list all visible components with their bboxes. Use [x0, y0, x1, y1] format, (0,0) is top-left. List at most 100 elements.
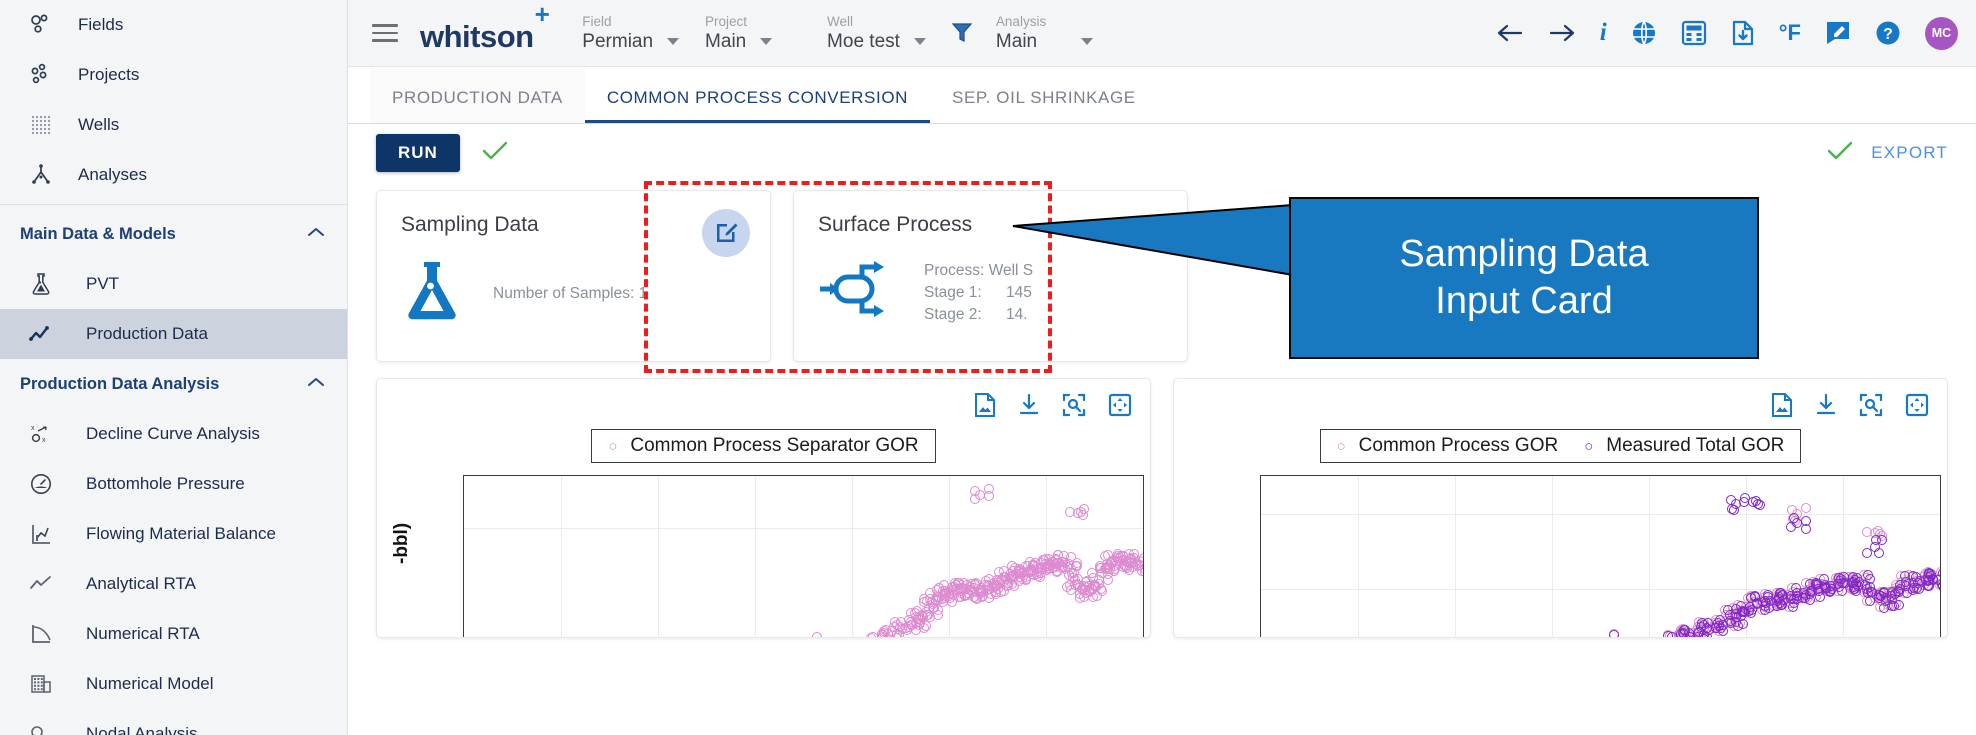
calculator-icon[interactable] [1681, 20, 1707, 46]
sidebar-group-label: Main Data & Models [20, 225, 176, 244]
back-arrow-icon[interactable] [1496, 21, 1524, 45]
download-icon[interactable] [1018, 393, 1040, 417]
data-point [1819, 574, 1829, 584]
chevron-up-icon[interactable] [307, 375, 325, 393]
trend-line-icon [18, 572, 64, 596]
separator-gor-chart[interactable]: ○Common Process Separator GOR -bbl) 2500 [376, 378, 1151, 638]
data-point [1791, 583, 1801, 593]
filter-icon[interactable] [952, 22, 972, 49]
sidebar-item-fields[interactable]: Fields [0, 0, 347, 50]
legend-marker-icon: ○ [1337, 439, 1346, 454]
callout-text: Sampling Data Input Card [1399, 231, 1648, 326]
data-point [1126, 553, 1136, 563]
sidebar-item-pvt[interactable]: PVT [0, 259, 347, 309]
info-icon[interactable]: i [1600, 19, 1607, 47]
data-point [976, 588, 986, 598]
sidebar-item-bottomhole-pressure[interactable]: Bottomhole Pressure [0, 459, 347, 509]
svg-text:x: x [31, 425, 35, 432]
legend-item[interactable]: ○Common Process GOR [1337, 435, 1559, 457]
field-selector-label: Field [582, 14, 679, 29]
tab-production-data[interactable]: PRODUCTION DATA [370, 67, 585, 123]
file-download-icon[interactable] [1731, 20, 1755, 46]
data-point [1739, 497, 1749, 507]
legend-item[interactable]: ○Common Process Separator GOR [608, 435, 918, 457]
header-icon-group: i °F ? MC [1496, 17, 1958, 50]
total-gor-chart[interactable]: ○Common Process GOR ○Measured Total GOR 6… [1173, 378, 1948, 638]
sidebar-item-numerical-rta[interactable]: Numerical RTA [0, 609, 347, 659]
data-point [933, 605, 943, 615]
sidebar-item-flowing-material-balance[interactable]: Flowing Material Balance [0, 509, 347, 559]
data-point [1065, 507, 1075, 517]
legend-item[interactable]: ○Measured Total GOR [1584, 435, 1784, 457]
data-point [1140, 567, 1144, 577]
data-point [1750, 591, 1760, 601]
export-button[interactable]: EXPORT [1827, 140, 1948, 167]
brand-name: whitson [420, 19, 534, 54]
sidebar-item-nodal-analysis[interactable]: Nodal Analysis [0, 709, 347, 735]
flask-icon [401, 259, 463, 328]
chevron-down-icon[interactable] [914, 38, 926, 45]
sidebar-item-numerical-model[interactable]: Numerical Model [0, 659, 347, 709]
sidebar-group-label: Production Data Analysis [20, 375, 219, 394]
chevron-down-icon[interactable] [667, 38, 679, 45]
sidebar-item-production-data[interactable]: Production Data [0, 309, 347, 359]
analysis-selector-label: Analysis [996, 14, 1093, 29]
data-point [1801, 516, 1811, 526]
export-status-check-icon [1827, 140, 1853, 167]
stage2-label: Stage 2: [924, 304, 996, 326]
sidebar-item-analyses[interactable]: Analyses [0, 150, 347, 200]
data-point [812, 632, 822, 638]
export-label: EXPORT [1871, 143, 1948, 163]
gridline-vertical [1455, 476, 1456, 638]
legend-label: Common Process Separator GOR [630, 435, 918, 457]
sidebar-group-main-data-models[interactable]: Main Data & Models [0, 209, 347, 259]
data-point [970, 494, 980, 504]
surface-process-card[interactable]: Surface Process Process: Well S [793, 190, 1188, 362]
chevron-up-icon[interactable] [307, 225, 325, 243]
tab-common-process-conversion[interactable]: COMMON PROCESS CONVERSION [585, 67, 930, 123]
sampling-data-card-info: Number of Samples: 1 [493, 283, 647, 305]
help-icon[interactable]: ? [1875, 20, 1901, 46]
download-icon[interactable] [1815, 393, 1837, 417]
zoom-icon[interactable] [1062, 393, 1086, 417]
tab-sep-oil-shrinkage[interactable]: SEP. OIL SHRINKAGE [930, 67, 1158, 123]
data-point [1786, 522, 1796, 532]
edit-note-icon[interactable] [1825, 20, 1851, 46]
sidebar-item-analytical-rta[interactable]: Analytical RTA [0, 559, 347, 609]
wells-icon [18, 113, 64, 137]
temperature-unit-icon[interactable]: °F [1779, 20, 1801, 46]
sidebar-item-label: Production Data [64, 324, 208, 344]
save-image-icon[interactable] [1771, 393, 1793, 417]
decline-curve-icon: xx [18, 422, 64, 446]
sidebar-item-decline-curve-analysis[interactable]: xxDecline Curve Analysis [0, 409, 347, 459]
sidebar-group-production-data-analysis[interactable]: Production Data Analysis [0, 359, 347, 409]
globe-icon[interactable] [1631, 20, 1657, 46]
zoom-icon[interactable] [1859, 393, 1883, 417]
field-selector[interactable]: Field Permian [582, 14, 679, 53]
run-button[interactable]: RUN [376, 134, 460, 172]
chart-left-plot-area[interactable]: 2500 [463, 475, 1144, 638]
sampling-data-card[interactable]: Sampling Data Number of Samples: 1 [376, 190, 771, 362]
avatar[interactable]: MC [1925, 17, 1958, 50]
fullscreen-icon[interactable] [1108, 393, 1132, 417]
gridline-horizontal [464, 528, 1143, 529]
project-selector[interactable]: Project Main [705, 14, 801, 53]
field-selector-value: Permian [582, 31, 653, 53]
stage2-value: 14. [1006, 304, 1028, 326]
sidebar-item-projects[interactable]: Projects [0, 50, 347, 100]
top-header-bar: whitson+ Field Permian Project Main Well [348, 0, 1976, 67]
sidebar-item-wells[interactable]: Wells [0, 100, 347, 150]
hamburger-icon[interactable] [372, 19, 398, 47]
save-image-icon[interactable] [974, 393, 996, 417]
chevron-down-icon[interactable] [760, 38, 772, 45]
fullscreen-icon[interactable] [1905, 393, 1929, 417]
data-point [1609, 630, 1619, 638]
sampling-data-edit-button[interactable] [702, 209, 750, 257]
chevron-down-icon[interactable] [1081, 38, 1093, 45]
analysis-selector[interactable]: Analysis Main [996, 14, 1093, 53]
sidebar-divider [0, 204, 347, 205]
projects-icon [18, 63, 64, 87]
chart-right-plot-area[interactable]: 60005000 [1260, 475, 1941, 638]
forward-arrow-icon[interactable] [1548, 21, 1576, 45]
well-selector[interactable]: Well Moe test [827, 14, 926, 53]
